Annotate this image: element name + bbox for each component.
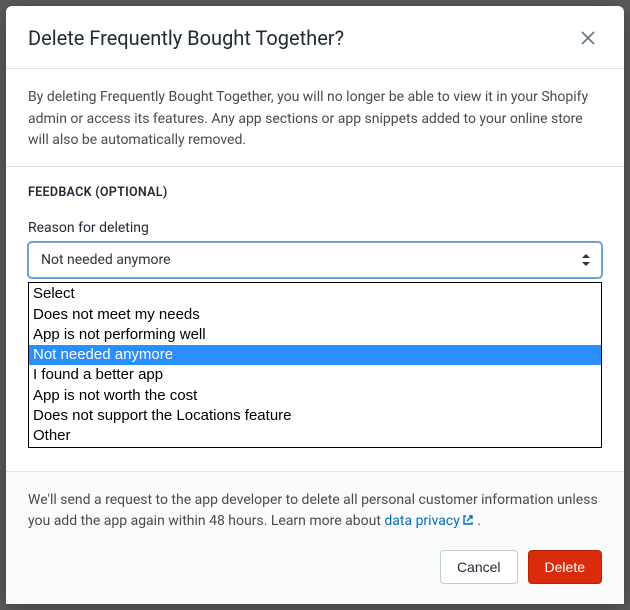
cancel-button[interactable]: Cancel xyxy=(440,550,518,584)
feedback-section: FEEDBACK (OPTIONAL) Reason for deleting … xyxy=(6,167,624,278)
reason-select-wrap: Not needed anymore SelectDoes not meet m… xyxy=(28,242,602,278)
dropdown-option[interactable]: Not needed anymore xyxy=(29,345,601,365)
data-privacy-link[interactable]: data privacy xyxy=(384,513,473,529)
footer-note-suffix: . xyxy=(474,513,481,529)
close-icon xyxy=(578,28,598,48)
modal-header: Delete Frequently Bought Together? xyxy=(6,6,624,68)
footer-note-prefix: We'll send a request to the app develope… xyxy=(28,492,598,530)
dropdown-option[interactable]: Select xyxy=(29,284,601,304)
reason-dropdown[interactable]: SelectDoes not meet my needsApp is not p… xyxy=(28,282,602,448)
footer-actions: Cancel Delete xyxy=(28,550,602,584)
modal-body: By deleting Frequently Bought Together, … xyxy=(6,69,624,166)
reason-select[interactable]: Not needed anymore xyxy=(28,242,602,278)
reason-label: Reason for deleting xyxy=(28,220,602,236)
external-link-icon xyxy=(462,514,474,530)
modal-footer: We'll send a request to the app develope… xyxy=(6,471,624,604)
delete-button[interactable]: Delete xyxy=(528,550,602,584)
feedback-heading: FEEDBACK (OPTIONAL) xyxy=(28,185,602,200)
reason-select-value: Not needed anymore xyxy=(41,252,171,268)
close-button[interactable] xyxy=(574,24,602,52)
footer-note: We'll send a request to the app develope… xyxy=(28,490,602,534)
dropdown-option[interactable]: App is not performing well xyxy=(29,325,601,345)
delete-app-modal: Delete Frequently Bought Together? By de… xyxy=(6,6,624,604)
select-caret-icon xyxy=(581,253,591,267)
dropdown-option[interactable]: App is not worth the cost xyxy=(29,386,601,406)
modal-title: Delete Frequently Bought Together? xyxy=(28,26,344,50)
dropdown-option[interactable]: Does not support the Locations feature xyxy=(29,406,601,426)
dropdown-option[interactable]: Does not meet my needs xyxy=(29,305,601,325)
dropdown-option[interactable]: I found a better app xyxy=(29,365,601,385)
modal-description: By deleting Frequently Bought Together, … xyxy=(28,87,602,152)
dropdown-option[interactable]: Other xyxy=(29,426,601,446)
